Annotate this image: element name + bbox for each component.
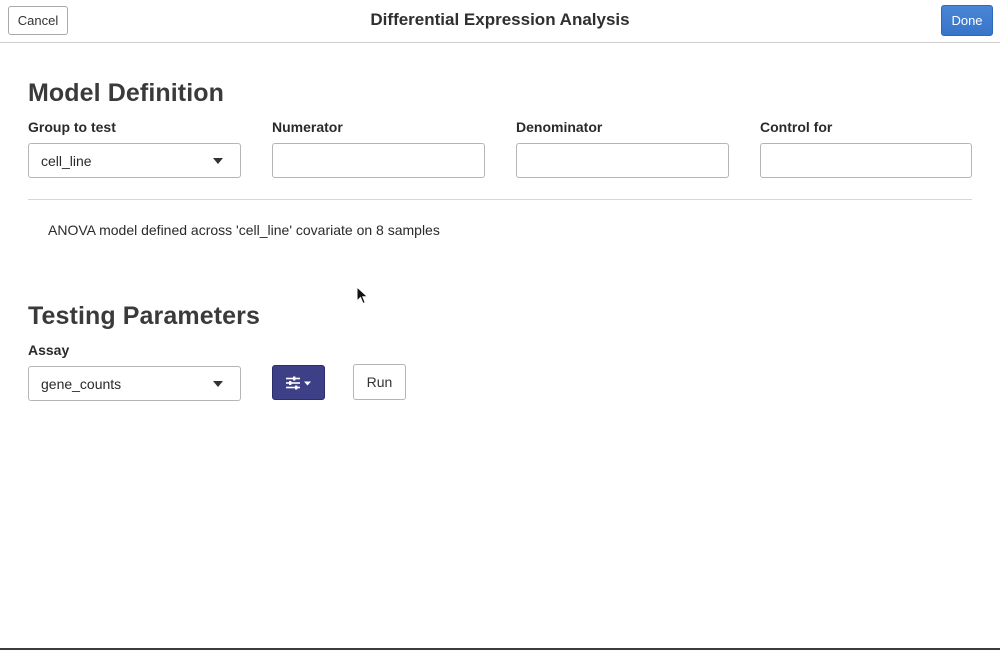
assay-value: gene_counts (41, 375, 122, 392)
control-for-label: Control for (760, 119, 833, 135)
assay-label: Assay (28, 342, 70, 358)
settings-dropdown-button[interactable] (272, 365, 325, 400)
numerator-label: Numerator (272, 119, 343, 135)
denominator-select[interactable] (516, 143, 729, 178)
page: Differential Expression Analysis Cancel … (0, 0, 1000, 650)
numerator-select[interactable] (272, 143, 485, 178)
sliders-icon (285, 376, 311, 389)
model-description: ANOVA model defined across 'cell_line' c… (48, 222, 440, 238)
chevron-down-icon (213, 158, 223, 164)
cancel-button[interactable]: Cancel (8, 6, 68, 35)
group-to-test-value: cell_line (41, 152, 92, 169)
run-button[interactable]: Run (353, 364, 406, 400)
chevron-down-icon (213, 381, 223, 387)
mouse-cursor-icon (356, 286, 369, 305)
group-to-test-label: Group to test (28, 119, 116, 135)
testing-parameters-title: Testing Parameters (28, 302, 260, 330)
model-definition-title: Model Definition (28, 79, 225, 107)
control-for-select[interactable] (760, 143, 972, 178)
header-bar: Differential Expression Analysis Cancel … (0, 0, 1000, 43)
section-divider (28, 199, 972, 200)
group-to-test-select[interactable]: cell_line (28, 143, 241, 178)
done-button[interactable]: Done (941, 5, 993, 36)
page-title: Differential Expression Analysis (370, 10, 630, 29)
denominator-label: Denominator (516, 119, 603, 135)
assay-select[interactable]: gene_counts (28, 366, 241, 401)
